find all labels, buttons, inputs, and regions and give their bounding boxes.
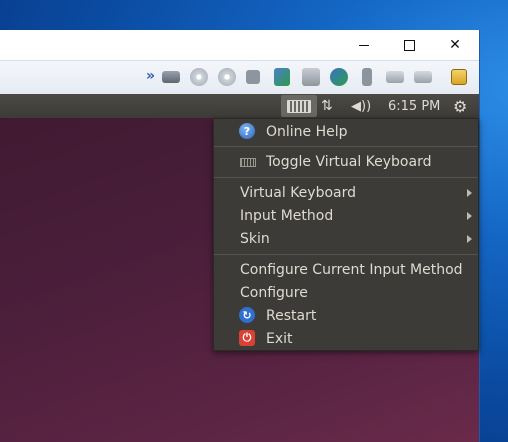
menu-item-configure-current-input-method[interactable]: Configure Current Input Method — [214, 258, 478, 281]
minimize-button[interactable] — [341, 30, 387, 60]
keyboard-icon — [240, 158, 256, 167]
menu-item-configure[interactable]: Configure — [214, 281, 478, 304]
gear-icon: ⚙ — [453, 96, 468, 116]
menu-item-restart[interactable]: ↻ Restart — [214, 304, 478, 327]
printer-icon[interactable] — [302, 68, 320, 86]
restart-icon: ↻ — [239, 307, 255, 323]
menu-item-toggle-virtual-keyboard[interactable]: Toggle Virtual Keyboard — [214, 150, 478, 173]
menu-item-label: Toggle Virtual Keyboard — [266, 153, 432, 170]
floppy-icon[interactable] — [246, 70, 260, 84]
close-icon: ✕ — [449, 37, 461, 53]
session-menu[interactable]: ⚙ — [453, 94, 467, 118]
maximize-button[interactable] — [386, 30, 432, 60]
network-indicator[interactable]: ⇅ — [321, 94, 333, 118]
network-icon[interactable] — [274, 68, 290, 86]
vm-status-toolbar: » — [0, 60, 479, 95]
menu-item-label: Exit — [266, 330, 293, 347]
menu-item-label: Configure Current Input Method — [240, 261, 463, 278]
menu-separator — [214, 254, 478, 255]
menu-item-label: Online Help — [266, 123, 348, 140]
capture-icon[interactable] — [386, 71, 404, 83]
submenu-arrow-icon — [467, 189, 472, 197]
menu-item-online-help[interactable]: ? Online Help — [214, 120, 478, 143]
keyboard-icon — [287, 99, 311, 113]
menu-item-input-method[interactable]: Input Method — [214, 204, 478, 227]
menu-item-label: Configure — [240, 284, 308, 301]
menu-item-virtual-keyboard[interactable]: Virtual Keyboard — [214, 181, 478, 204]
toolbar-overflow-icon[interactable]: » — [146, 68, 155, 84]
usb-icon[interactable] — [362, 68, 372, 86]
display-icon[interactable] — [414, 71, 432, 83]
clipboard-icon[interactable] — [451, 69, 467, 85]
network-arrows-icon: ⇅ — [321, 98, 333, 114]
menu-separator — [214, 146, 478, 147]
optical-drive-2-icon[interactable] — [218, 68, 236, 86]
menu-separator — [214, 177, 478, 178]
ubuntu-top-panel: ⇅ ◀)) 6:15 PM ⚙ — [0, 94, 479, 118]
menu-item-exit[interactable]: ⏻ Exit — [214, 327, 478, 350]
exit-icon: ⏻ — [239, 330, 255, 346]
menu-item-label: Skin — [240, 230, 270, 247]
shared-folders-icon[interactable] — [330, 68, 348, 86]
menu-item-label: Input Method — [240, 207, 334, 224]
window-titlebar[interactable]: ✕ — [0, 30, 479, 60]
volume-indicator[interactable]: ◀)) — [351, 94, 371, 118]
minimize-icon — [359, 44, 369, 46]
clock[interactable]: 6:15 PM — [388, 94, 440, 118]
submenu-arrow-icon — [467, 212, 472, 220]
close-button[interactable]: ✕ — [432, 30, 478, 60]
help-icon: ? — [239, 123, 255, 139]
keyboard-indicator[interactable] — [281, 95, 317, 117]
submenu-arrow-icon — [467, 235, 472, 243]
maximize-icon — [403, 39, 415, 51]
menu-item-label: Virtual Keyboard — [240, 184, 357, 201]
menu-item-label: Restart — [266, 307, 317, 324]
volume-icon: ◀)) — [351, 98, 372, 114]
menu-item-skin[interactable]: Skin — [214, 227, 478, 250]
hard-disk-icon[interactable] — [162, 71, 180, 83]
optical-drive-icon[interactable] — [190, 68, 208, 86]
keyboard-indicator-menu: ? Online Help Toggle Virtual Keyboard Vi… — [213, 118, 479, 351]
